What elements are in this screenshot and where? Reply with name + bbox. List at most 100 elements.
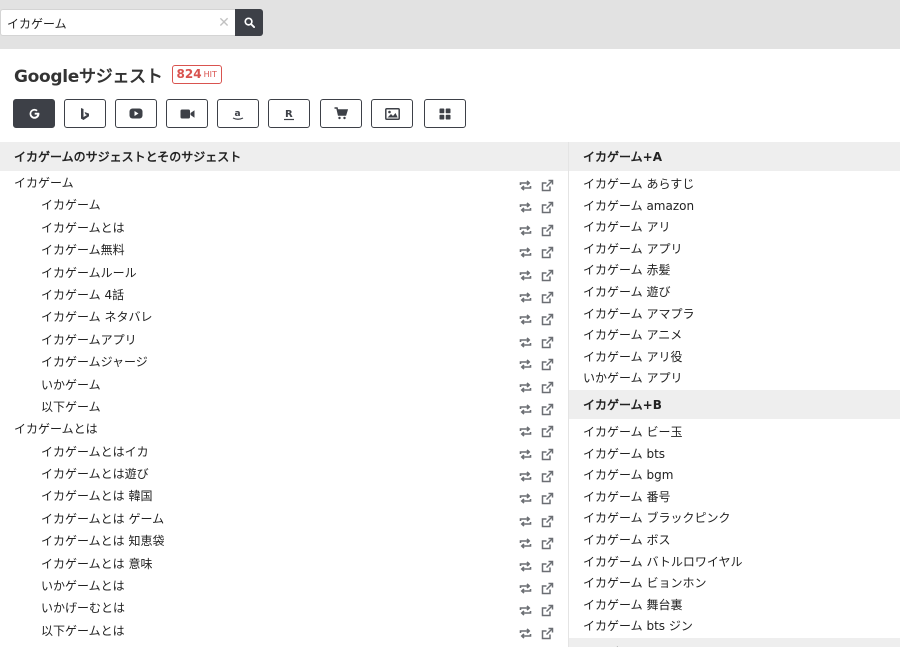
alphabet-suggest-item[interactable]: いかゲーム アプリ (569, 367, 900, 389)
repeat-icon[interactable] (519, 333, 532, 348)
alphabet-suggest-item[interactable]: イカゲーム アマプラ (569, 303, 900, 325)
suggest-keyword-link[interactable]: イカゲームとは 知恵袋 (41, 529, 164, 553)
suggest-keyword-link[interactable]: イカゲームジャージ (41, 350, 148, 374)
external-link-icon[interactable] (541, 333, 554, 348)
suggest-keyword-link[interactable]: イカゲームとは (14, 417, 98, 441)
suggest-keyword-link[interactable]: いかゲーム (41, 373, 101, 397)
repeat-icon[interactable] (519, 243, 532, 258)
suggest-keyword-link[interactable]: イカゲームアプリ (41, 328, 137, 352)
suggest-keyword-link[interactable]: イカゲームとはイカ (41, 440, 149, 464)
external-link-icon[interactable] (541, 601, 554, 617)
alphabet-suggest-item[interactable]: イカゲーム ブラックピンク (569, 507, 900, 529)
suggest-keyword-link[interactable]: イカゲーム (14, 171, 74, 195)
engine-shopping-button[interactable] (320, 99, 362, 128)
alphabet-suggest-item[interactable]: イカゲーム アリ役 (569, 346, 900, 368)
suggest-keyword-link[interactable]: イカゲーム 4話 (41, 283, 124, 307)
alphabet-suggest-item[interactable]: イカゲーム アリ (569, 216, 900, 238)
repeat-icon[interactable] (519, 534, 532, 549)
alphabet-suggest-item[interactable]: イカゲーム bts (569, 443, 900, 465)
alphabet-suggest-item[interactable]: イカゲーム 赤髪 (569, 259, 900, 281)
alphabet-suggest-item[interactable]: イカゲーム bgm (569, 464, 900, 486)
external-link-icon[interactable] (541, 422, 554, 438)
suggest-keyword-link[interactable]: 以下ゲーム (41, 395, 101, 419)
engine-amazon-button[interactable]: a (217, 99, 259, 128)
external-link-icon[interactable] (541, 579, 554, 595)
suggest-keyword-link[interactable]: いかゲームとは (41, 574, 125, 598)
suggest-keyword-link[interactable]: イカゲーム無料 (41, 238, 125, 262)
suggest-keyword-link[interactable]: イカゲーム (41, 193, 101, 217)
repeat-icon[interactable] (519, 310, 532, 325)
alphabet-suggest-item[interactable]: イカゲーム アプリ (569, 238, 900, 260)
suggest-row: いかゲームとは (0, 574, 568, 596)
repeat-icon[interactable] (519, 624, 532, 639)
engine-image-button[interactable] (371, 99, 413, 128)
alphabet-suggest-item[interactable]: イカゲーム bts ジン (569, 615, 900, 637)
engine-apps-button[interactable] (424, 99, 466, 128)
external-link-icon[interactable] (541, 378, 554, 393)
repeat-icon[interactable] (519, 378, 532, 393)
suggest-keyword-link[interactable]: イカゲームとは 韓国 (41, 484, 152, 508)
repeat-icon[interactable] (519, 198, 532, 213)
repeat-icon[interactable] (519, 601, 532, 617)
repeat-icon[interactable] (519, 400, 532, 415)
suggest-keyword-link[interactable]: イカゲーム ネタバレ (41, 305, 152, 329)
repeat-icon[interactable] (519, 489, 532, 505)
external-link-icon[interactable] (541, 445, 554, 460)
suggest-keyword-link[interactable]: イカゲームとは (41, 216, 125, 240)
external-link-icon[interactable] (541, 266, 554, 281)
alphabet-suggest-item[interactable]: イカゲーム 遊び (569, 281, 900, 303)
external-link-icon[interactable] (541, 288, 554, 304)
suggest-keyword-link[interactable]: イカゲームとは ゲーム (41, 507, 164, 531)
alphabet-suggest-item[interactable]: イカゲーム バトルロワイヤル (569, 551, 900, 573)
repeat-icon[interactable] (519, 221, 532, 236)
alphabet-suggest-section: イカゲーム+A イカゲーム あらすじ イカゲーム amazon イカゲーム アリ イカゲ… (569, 142, 900, 390)
suggest-keyword-link[interactable]: イカゲームとは遊び (41, 462, 149, 486)
alphabet-suggest-item[interactable]: イカゲーム あらすじ (569, 173, 900, 195)
repeat-icon[interactable] (519, 422, 532, 437)
suggest-row: 以下ゲームとは (0, 619, 568, 641)
external-link-icon[interactable] (541, 243, 554, 259)
engine-youtube-button[interactable] (115, 99, 157, 128)
repeat-icon[interactable] (519, 176, 532, 191)
external-link-icon[interactable] (541, 534, 554, 550)
repeat-icon[interactable] (519, 467, 532, 482)
alphabet-suggest-item[interactable]: イカゲーム amazon (569, 195, 900, 217)
repeat-icon[interactable] (519, 355, 532, 370)
external-link-icon[interactable] (541, 512, 554, 528)
engine-rakuten-button[interactable]: R (268, 99, 310, 128)
repeat-icon[interactable] (519, 266, 532, 281)
suggest-keyword-link[interactable]: イカゲームとは 意味 (41, 552, 152, 576)
repeat-icon[interactable] (519, 557, 532, 572)
suggest-keyword-link[interactable]: 以下ゲームとは (41, 619, 125, 643)
row-actions (519, 534, 554, 550)
external-link-icon[interactable] (541, 355, 554, 371)
repeat-icon[interactable] (519, 579, 532, 594)
external-link-icon[interactable] (541, 467, 554, 483)
alphabet-suggest-item[interactable]: イカゲーム 舞台裏 (569, 594, 900, 616)
repeat-icon[interactable] (519, 288, 532, 303)
engine-bing-button[interactable] (64, 99, 106, 128)
alphabet-suggest-item[interactable]: イカゲーム ビー玉 (569, 421, 900, 443)
repeat-icon[interactable] (519, 445, 532, 460)
suggest-keyword-link[interactable]: イカゲームルール (41, 261, 137, 285)
alphabet-suggest-item[interactable]: イカゲーム 番号 (569, 486, 900, 508)
external-link-icon[interactable] (541, 221, 554, 237)
external-link-icon[interactable] (541, 176, 554, 192)
alphabet-suggest-item[interactable]: イカゲーム ボス (569, 529, 900, 551)
external-link-icon[interactable] (541, 624, 554, 640)
clear-icon[interactable]: ✕ (217, 14, 231, 32)
search-button[interactable] (235, 9, 263, 36)
external-link-icon[interactable] (541, 557, 554, 572)
engine-google-button[interactable] (13, 99, 55, 128)
svg-text:a: a (235, 109, 241, 119)
external-link-icon[interactable] (541, 400, 554, 416)
search-input[interactable] (7, 14, 207, 32)
alphabet-suggest-item[interactable]: イカゲーム ビョンホン (569, 572, 900, 594)
external-link-icon[interactable] (541, 310, 554, 326)
suggest-keyword-link[interactable]: いかげーむとは (41, 596, 125, 620)
engine-video-button[interactable] (166, 99, 208, 128)
external-link-icon[interactable] (541, 198, 554, 214)
alphabet-suggest-item[interactable]: イカゲーム アニメ (569, 324, 900, 346)
external-link-icon[interactable] (541, 489, 554, 505)
repeat-icon[interactable] (519, 512, 532, 527)
